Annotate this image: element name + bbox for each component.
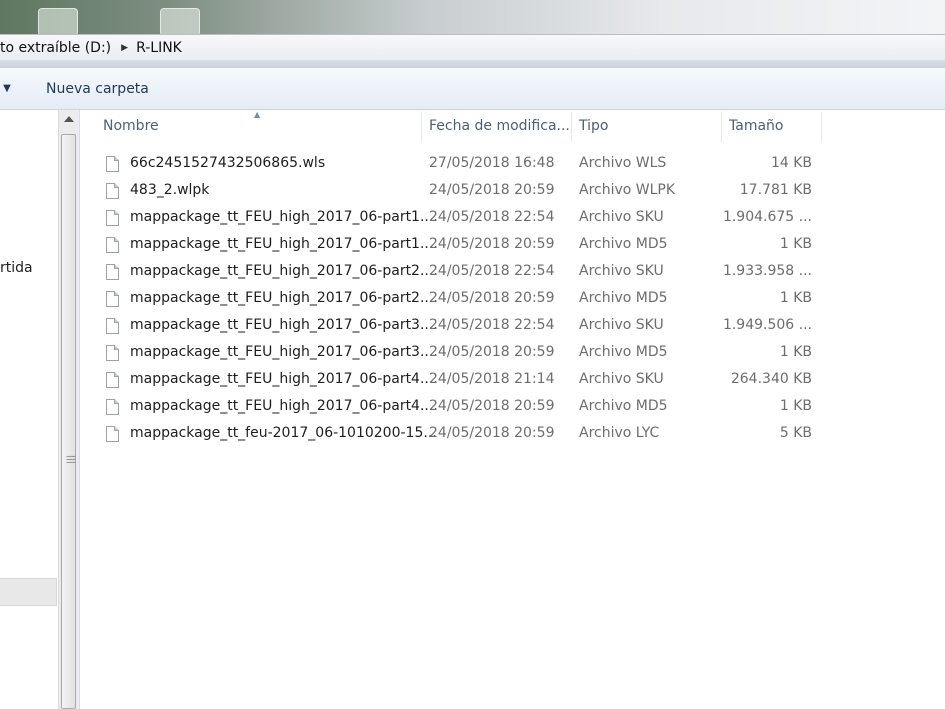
file-row[interactable]: 483_2.wlpk 24/05/2018 20:59 Archivo WLPK 17… (80, 178, 945, 205)
chevron-right-icon[interactable]: ▶ (121, 43, 128, 53)
file-date: 27/05/2018 16:48 (429, 155, 555, 171)
toolbar-divider (0, 60, 945, 68)
breadcrumb-folder[interactable]: R-LINK (136, 40, 188, 56)
file-icon (106, 426, 119, 442)
file-date: 24/05/2018 22:54 (429, 317, 555, 333)
file-icon (106, 399, 119, 415)
file-icon (106, 156, 119, 172)
file-name[interactable]: mappackage_tt_FEU_high_2017_06-part1.... (130, 236, 438, 252)
desktop-background (0, 0, 945, 36)
file-icon (106, 291, 119, 307)
file-size: 14 KB (770, 155, 812, 171)
breadcrumb-drive[interactable]: to extraíble (D:) (0, 40, 117, 56)
file-row[interactable]: mappackage_tt_FEU_high_2017_06-part3....… (80, 313, 945, 340)
file-name[interactable]: mappackage_tt_FEU_high_2017_06-part4.... (130, 398, 438, 414)
file-type: Archivo MD5 (579, 290, 668, 306)
scroll-up-arrow-icon[interactable] (64, 116, 74, 122)
nav-item-selected[interactable] (0, 578, 57, 606)
file-row[interactable]: 66c2451527432506865.wls 27/05/2018 16:48 A… (80, 151, 945, 178)
column-header-type[interactable]: Tipo (579, 110, 721, 142)
file-name[interactable]: mappackage_tt_FEU_high_2017_06-part2.... (130, 290, 438, 306)
file-date: 24/05/2018 20:59 (429, 182, 555, 198)
file-size: 5 KB (779, 425, 812, 441)
file-date: 24/05/2018 22:54 (429, 209, 555, 225)
command-bar: ▼ Nueva carpeta (0, 68, 945, 110)
file-row[interactable]: mappackage_tt_FEU_high_2017_06-part1....… (80, 232, 945, 259)
file-name[interactable]: mappackage_tt_FEU_high_2017_06-part3.... (130, 317, 438, 333)
file-size: 1.933.958 ... (722, 263, 812, 279)
chevron-down-icon[interactable]: ▼ (0, 83, 14, 94)
column-header-name-label: Nombre (103, 118, 159, 134)
file-name[interactable]: 483_2.wlpk (130, 182, 209, 198)
column-divider[interactable] (421, 112, 422, 142)
file-icon (106, 345, 119, 361)
file-icon (106, 372, 119, 388)
file-name[interactable]: mappackage_tt_feu-2017_06-1010200-15... (130, 425, 437, 441)
file-icon (106, 264, 119, 280)
nav-scrollbar[interactable]: — — — (58, 110, 79, 709)
file-name[interactable]: 66c2451527432506865.wls (130, 155, 325, 171)
column-header-name[interactable]: Nombre (103, 110, 421, 142)
file-icon (106, 237, 119, 253)
column-header-date[interactable]: Fecha de modifica... (429, 110, 571, 142)
file-size: 1 KB (779, 344, 812, 360)
file-date: 24/05/2018 20:59 (429, 236, 555, 252)
address-bar[interactable]: to extraíble (D:) ▶ R-LINK (0, 34, 945, 62)
file-icon (106, 318, 119, 334)
file-type: Archivo SKU (579, 317, 664, 333)
column-header-size[interactable]: Tamaño (729, 110, 821, 142)
file-size: 1 KB (779, 398, 812, 414)
file-row[interactable]: mappackage_tt_FEU_high_2017_06-part1....… (80, 205, 945, 232)
file-row[interactable]: mappackage_tt_FEU_high_2017_06-part4....… (80, 394, 945, 421)
new-folder-button[interactable]: Nueva carpeta (46, 81, 149, 97)
desktop-icon (38, 8, 78, 36)
file-name[interactable]: mappackage_tt_FEU_high_2017_06-part4.... (130, 371, 438, 387)
file-row[interactable]: mappackage_tt_FEU_high_2017_06-part4....… (80, 367, 945, 394)
file-type: Archivo WLPK (579, 182, 676, 198)
file-row[interactable]: mappackage_tt_feu-2017_06-1010200-15... 2… (80, 421, 945, 448)
file-type: Archivo SKU (579, 263, 664, 279)
column-divider[interactable] (821, 112, 822, 142)
file-size: 1.904.675 ... (722, 209, 812, 225)
file-row[interactable]: mappackage_tt_FEU_high_2017_06-part2....… (80, 259, 945, 286)
file-type: Archivo SKU (579, 371, 664, 387)
file-type: Archivo MD5 (579, 236, 668, 252)
file-date: 24/05/2018 20:59 (429, 398, 555, 414)
grip-icon: — — — (66, 451, 76, 468)
file-icon (106, 183, 119, 199)
file-type: Archivo WLS (579, 155, 667, 171)
file-date: 24/05/2018 20:59 (429, 290, 555, 306)
file-date: 24/05/2018 20:59 (429, 344, 555, 360)
file-row[interactable]: mappackage_tt_FEU_high_2017_06-part2....… (80, 286, 945, 313)
file-date: 24/05/2018 22:54 (429, 263, 555, 279)
file-type: Archivo MD5 (579, 398, 668, 414)
file-size: 264.340 KB (730, 371, 812, 387)
file-row[interactable]: mappackage_tt_FEU_high_2017_06-part3....… (80, 340, 945, 367)
file-type: Archivo MD5 (579, 344, 668, 360)
column-header-size-label: Tamaño (729, 118, 784, 134)
file-name[interactable]: mappackage_tt_FEU_high_2017_06-part1.... (130, 209, 438, 225)
file-date: 24/05/2018 21:14 (429, 371, 555, 387)
file-type: Archivo SKU (579, 209, 664, 225)
file-size: 1.949.506 ... (722, 317, 812, 333)
column-header-date-label: Fecha de modifica... (429, 118, 570, 134)
file-size: 1 KB (779, 290, 812, 306)
nav-item-label[interactable]: rtida (0, 260, 33, 276)
file-name[interactable]: mappackage_tt_FEU_high_2017_06-part2.... (130, 263, 438, 279)
column-header-type-label: Tipo (579, 118, 609, 134)
column-divider[interactable] (721, 112, 722, 142)
navigation-pane: rtida (0, 110, 57, 709)
column-divider[interactable] (571, 112, 572, 142)
desktop-icon (160, 8, 200, 36)
file-list: ▲ Nombre Fecha de modifica... Tipo Tamañ… (80, 110, 945, 709)
file-name[interactable]: mappackage_tt_FEU_high_2017_06-part3.... (130, 344, 438, 360)
file-size: 17.781 KB (739, 182, 812, 198)
file-icon (106, 210, 119, 226)
scrollbar-thumb[interactable]: — — — (61, 134, 76, 709)
file-date: 24/05/2018 20:59 (429, 425, 555, 441)
file-type: Archivo LYC (579, 425, 660, 441)
file-size: 1 KB (779, 236, 812, 252)
